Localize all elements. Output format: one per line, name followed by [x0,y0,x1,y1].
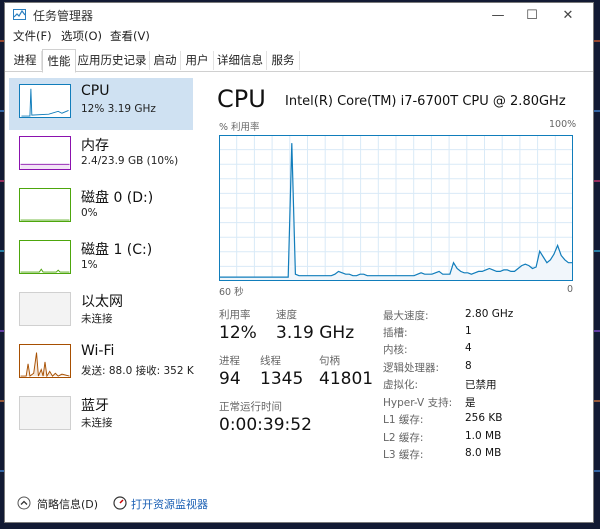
stat-value-uptime: 0:00:39:52 [219,415,312,435]
tab-performance[interactable]: 性能 [42,49,76,73]
spec-key: 逻辑处理器: [383,362,440,374]
graph-y-max: 100% [549,119,577,130]
graph-x-start: 60 秒 [219,287,244,298]
sidebar-item-name: 内存 [81,138,109,154]
sidebar-item-value: 未连接 [81,313,113,325]
sidebar-item-value: 未连接 [81,417,113,429]
cpu-thumbnail [19,84,71,118]
disk-1-thumbnail [19,240,71,274]
sidebar-item-wifi[interactable]: Wi-Fi 发送: 88.0 接收: 352 K [9,338,194,390]
maximize-icon: ☐ [526,7,538,23]
sidebar-item-name: 磁盘 1 (C:) [81,242,153,258]
sidebar-item-name: CPU [81,83,110,99]
sidebar-item-name: 磁盘 0 (D:) [81,190,154,206]
open-resource-monitor-link[interactable]: 打开资源监视器 [131,496,208,512]
tab-strip: 进程 性能 应用历史记录 启动 用户 详细信息 服务 [5,49,593,73]
stat-label-utilization: 利用率 [219,309,251,321]
spec-value: 1 [465,325,472,337]
sidebar-item-name: Wi-Fi [81,343,115,359]
sidebar-item-value: 1% [81,259,98,271]
sidebar-item-disk-1[interactable]: 磁盘 1 (C:) 1% [9,234,193,286]
sidebar-item-memory[interactable]: 内存 2.4/23.9 GB (10%) [9,130,193,182]
stat-value-utilization: 12% [219,323,257,343]
chevron-up-icon[interactable] [17,496,31,510]
resource-sidebar: CPU 12% 3.19 GHz 内存 2.4/23.9 GB (10%) 磁盘… [5,73,197,443]
stat-value-speed: 3.19 GHz [276,323,355,343]
menu-file[interactable]: 文件(F) [13,28,52,44]
tab-users[interactable]: 用户 [181,51,214,70]
disk-0-thumbnail [19,188,71,222]
stat-label-uptime: 正常运行时间 [219,401,282,413]
footer-bar: 简略信息(D) 打开资源监视器 [5,487,593,517]
spec-key: L2 缓存: [383,432,424,444]
stat-value-threads: 1345 [260,369,304,389]
tab-details[interactable]: 详细信息 [214,51,267,70]
spec-value: 8 [465,360,472,372]
cpu-detail-panel: CPU Intel(R) Core(TM) i7-6700T CPU @ 2.8… [201,73,591,463]
window-title: 任务管理器 [33,9,94,23]
minimize-button[interactable]: — [481,5,515,25]
spec-key: 插槽: [383,327,408,339]
sidebar-item-value: 0% [81,207,98,219]
stat-label-processes: 进程 [219,355,240,367]
sidebar-item-value: 2.4/23.9 GB (10%) [81,155,179,167]
spec-value: 2.80 GHz [465,308,514,320]
spec-value: 已禁用 [465,379,497,391]
page-title: CPU [217,85,266,113]
task-manager-icon [13,9,26,20]
stat-label-speed: 速度 [276,309,297,321]
spec-key: 虚拟化: [383,379,419,391]
task-manager-window: 任务管理器 — ☐ ✕ 文件(F) 选项(O) 查看(V) 进程 性能 应用历史… [4,2,594,523]
menu-options[interactable]: 选项(O) [61,28,102,44]
stat-value-processes: 94 [219,369,241,389]
sidebar-item-ethernet[interactable]: 以太网 未连接 [9,286,193,338]
tab-services[interactable]: 服务 [267,51,300,70]
title-bar[interactable]: 任务管理器 — ☐ ✕ [5,3,593,27]
sidebar-item-value: 发送: 88.0 接收: 352 K [81,365,194,377]
tab-app-history[interactable]: 应用历史记录 [75,51,150,70]
cpu-usage-graph [219,135,573,281]
spec-value: 1.0 MB [465,430,502,442]
close-button[interactable]: ✕ [551,5,585,25]
spec-value: 8.0 MB [465,447,502,459]
sidebar-item-value: 12% 3.19 GHz [81,103,156,115]
sidebar-item-bluetooth[interactable]: 蓝牙 未连接 [9,390,193,442]
spec-key: 最大速度: [383,310,429,322]
resource-monitor-icon [113,496,127,510]
close-icon: ✕ [562,7,574,23]
spec-key: L3 缓存: [383,449,424,461]
graph-x-end: 0 [567,284,574,295]
sidebar-item-disk-0[interactable]: 磁盘 0 (D:) 0% [9,182,193,234]
tab-processes[interactable]: 进程 [9,51,42,70]
spec-key: L1 缓存: [383,414,424,426]
stat-value-handles: 41801 [319,369,374,389]
brief-info-button[interactable]: 简略信息(D) [37,496,98,512]
spec-value: 是 [465,397,476,409]
sidebar-item-name: 蓝牙 [81,398,109,414]
memory-thumbnail [19,136,71,170]
stat-label-threads: 线程 [260,355,281,367]
wifi-thumbnail [19,344,71,378]
stat-label-handles: 句柄 [319,355,340,367]
sidebar-item-name: 以太网 [81,294,123,310]
ethernet-thumbnail [19,292,71,326]
spec-key: 内核: [383,344,408,356]
cpu-model: Intel(R) Core(TM) i7-6700T CPU @ 2.80GHz [285,94,566,109]
graph-y-label: % 利用率 [219,122,260,133]
maximize-button[interactable]: ☐ [515,5,549,25]
bluetooth-thumbnail [19,396,71,430]
minimize-icon: — [491,7,505,23]
spec-key: Hyper-V 支持: [383,397,453,409]
spec-value: 256 KB [465,412,503,424]
menu-view[interactable]: 查看(V) [110,28,150,44]
spec-value: 4 [465,342,472,354]
tab-startup[interactable]: 启动 [150,51,181,70]
sidebar-item-cpu[interactable]: CPU 12% 3.19 GHz [9,78,193,130]
